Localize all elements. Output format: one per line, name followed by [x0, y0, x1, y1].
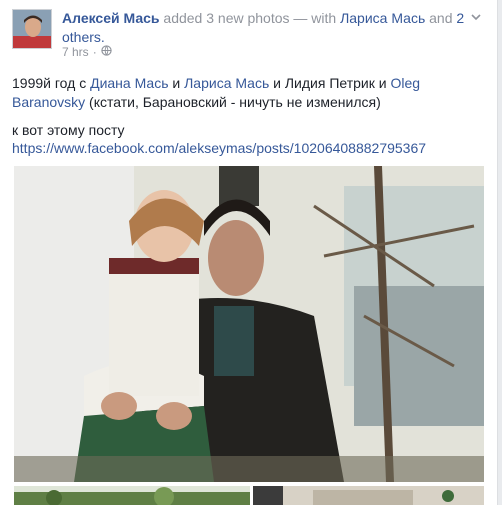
text-segment: (кстати, Барановский - ничуть не изменил… — [89, 94, 381, 110]
photo-main[interactable] — [14, 166, 484, 482]
text-segment: и — [172, 75, 181, 91]
meta-separator: · — [92, 45, 97, 59]
post-header: Алексей Мась added 3 new photos — with Л… — [62, 9, 472, 47]
feed-post: Алексей Мась added 3 new photos — with Л… — [0, 0, 498, 505]
photo-thumbnail[interactable] — [253, 486, 484, 505]
photo-thumbnail[interactable] — [14, 486, 250, 505]
mention-link[interactable]: Лариса Мась — [184, 75, 269, 91]
post-meta: 7 hrs · — [62, 45, 112, 59]
text-segment: и Лидия Петрик и — [273, 75, 387, 91]
chevron-down-icon[interactable] — [469, 10, 483, 24]
mention-link[interactable]: Диана Мась — [90, 75, 168, 91]
post-text-line: к вот этому посту — [12, 122, 125, 138]
tagged-person-link[interactable]: Лариса Мась — [340, 10, 425, 26]
and-text: and — [429, 10, 453, 26]
author-name[interactable]: Алексей Мась — [62, 10, 160, 26]
text-segment: 1999й год с — [12, 75, 87, 91]
post-text: 1999й год с Диана Мась и Лариса Мась и Л… — [12, 74, 482, 112]
timestamp[interactable]: 7 hrs — [62, 45, 89, 59]
avatar[interactable] — [12, 9, 52, 49]
action-text: added 3 new photos — with — [163, 10, 337, 26]
globe-icon — [101, 45, 112, 59]
post-url-link[interactable]: https://www.facebook.com/alekseymas/post… — [12, 139, 426, 158]
